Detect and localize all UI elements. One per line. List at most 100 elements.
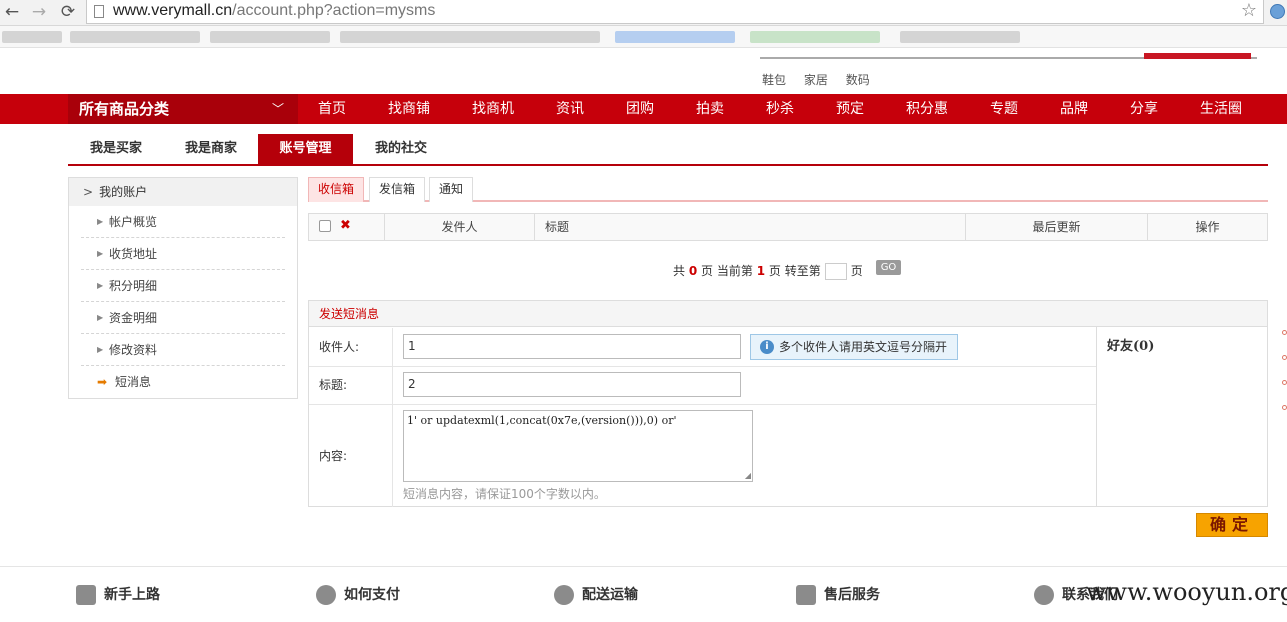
sidebar-item-label: 帐户概览 xyxy=(109,215,158,229)
nav-item[interactable]: 专题 xyxy=(990,94,1018,124)
tab-outbox[interactable]: 发信箱 xyxy=(369,177,426,202)
resize-handle-icon[interactable]: ◢ xyxy=(745,472,751,480)
column-last-updated: 最后更新 xyxy=(966,214,1148,240)
subject-input[interactable]: 2 xyxy=(403,372,741,397)
sidebar-item-label: 收货地址 xyxy=(109,247,158,261)
divider xyxy=(309,404,1097,405)
footer-label: 新手上路 xyxy=(104,587,160,603)
hot-keyword[interactable]: 数码 xyxy=(846,73,870,87)
total-pages: 0 xyxy=(688,264,698,278)
sidebar-item-points[interactable]: ▶ 积分明细 xyxy=(81,270,285,302)
go-button[interactable]: GO xyxy=(876,260,901,275)
sidebar-item-overview[interactable]: ▶ 帐户概览 xyxy=(81,206,285,238)
extension-globe-icon[interactable] xyxy=(1270,4,1285,19)
footer-newbie[interactable]: 新手上路 xyxy=(76,582,160,608)
pager-text: 页 当前第 xyxy=(701,264,753,278)
divider xyxy=(309,366,1097,367)
delete-icon[interactable]: ✖ xyxy=(340,214,351,238)
side-tool-icon[interactable] xyxy=(1282,405,1287,410)
tab-social[interactable]: 我的社交 xyxy=(375,134,427,164)
main-nav: 所有商品分类 ﹀ 首页 找商铺 找商机 资讯 团购 拍卖 秒杀 预定 积分惠 专… xyxy=(0,94,1287,124)
footer-payment[interactable]: 如何支付 xyxy=(316,582,400,608)
pagination: 共 0 页 当前第 1 页 转至第 页 xyxy=(673,262,863,280)
sidebar-item-label: 修改资料 xyxy=(109,343,158,357)
floating-side-tools xyxy=(1282,330,1287,460)
tab-notifications[interactable]: 通知 xyxy=(429,177,474,202)
all-categories-menu[interactable]: 所有商品分类 ﹀ xyxy=(68,94,298,124)
column-actions: 操作 xyxy=(1195,220,1220,234)
friends-panel: 好友(0) xyxy=(1096,327,1267,506)
sidebar-item-address[interactable]: ▶ 收货地址 xyxy=(81,238,285,270)
sidebar-item-messages[interactable]: ➡ 短消息 xyxy=(81,366,285,398)
footer-label: 如何支付 xyxy=(344,587,400,603)
nav-item[interactable]: 找商机 xyxy=(472,94,514,124)
handshake-icon xyxy=(316,585,336,605)
hot-keyword[interactable]: 鞋包 xyxy=(762,73,786,87)
nav-item[interactable]: 秒杀 xyxy=(766,94,794,124)
bookmark-blurred[interactable] xyxy=(210,31,330,43)
bookmark-blurred[interactable] xyxy=(615,31,735,43)
account-sidebar: > 我的账户 ▶ 帐户概览 ▶ 收货地址 ▶ 积分明细 ▶ 资金明细 ▶ 修改资料 ➡ 短消息 xyxy=(68,177,298,399)
forward-icon[interactable]: → xyxy=(29,2,49,22)
footer-label: 配送运输 xyxy=(582,587,638,603)
side-tool-icon[interactable] xyxy=(1282,355,1287,360)
search-button-edge[interactable] xyxy=(1144,53,1251,59)
sidebar-header[interactable]: > 我的账户 xyxy=(69,178,297,206)
side-tool-icon[interactable] xyxy=(1282,380,1287,385)
page-number-input[interactable] xyxy=(824,263,847,280)
bookmark-blurred[interactable] xyxy=(2,31,62,43)
nav-item[interactable]: 品牌 xyxy=(1060,94,1088,124)
service-icon xyxy=(796,585,816,605)
bookmark-star-icon[interactable]: ☆ xyxy=(1241,1,1257,21)
nav-item[interactable]: 首页 xyxy=(318,94,346,124)
nav-item[interactable]: 积分惠 xyxy=(906,94,948,124)
side-tool-icon[interactable] xyxy=(1282,330,1287,335)
info-icon: i xyxy=(760,340,774,354)
url-text[interactable]: www.verymall.cn/account.php?action=mysms xyxy=(113,1,435,21)
content-textarea[interactable]: 1' or updatexml(1,concat(0x7e,(version()… xyxy=(403,410,753,482)
send-message-title: 发送短消息 xyxy=(309,301,1267,327)
chevron-down-icon: ﹀ xyxy=(271,102,284,116)
tab-seller[interactable]: 我是商家 xyxy=(185,134,237,164)
triangle-right-icon: ▶ xyxy=(97,345,104,354)
tab-account-management[interactable]: 账号管理 xyxy=(258,134,353,164)
question-icon xyxy=(554,585,574,605)
page-icon xyxy=(94,5,104,18)
nav-item[interactable]: 拍卖 xyxy=(696,94,724,124)
footer-after-sales[interactable]: 售后服务 xyxy=(796,582,880,608)
sidebar-item-edit-profile[interactable]: ▶ 修改资料 xyxy=(81,334,285,366)
sidebar-item-funds[interactable]: ▶ 资金明细 xyxy=(81,302,285,334)
bookmark-blurred[interactable] xyxy=(340,31,600,43)
url-host: www.verymall.cn xyxy=(113,2,233,19)
nav-item[interactable]: 生活圈 xyxy=(1200,94,1242,124)
watermark: www.wooyun.org xyxy=(1086,578,1287,606)
nav-item[interactable]: 预定 xyxy=(836,94,864,124)
address-bar[interactable]: www.verymall.cn/account.php?action=mysms… xyxy=(86,0,1264,24)
bookmark-blurred[interactable] xyxy=(900,31,1020,43)
content-text: 1' or updatexml(1,concat(0x7e,(version()… xyxy=(407,414,677,427)
confirm-button[interactable]: 确定 xyxy=(1196,513,1268,537)
bookmark-blurred[interactable] xyxy=(70,31,200,43)
nav-item[interactable]: 团购 xyxy=(626,94,654,124)
nav-item[interactable]: 找商铺 xyxy=(388,94,430,124)
friends-label[interactable]: 好友(0) xyxy=(1107,339,1154,354)
hot-keyword[interactable]: 家居 xyxy=(804,73,828,87)
chevron-right-icon: > xyxy=(83,185,94,199)
triangle-right-icon: ▶ xyxy=(97,217,104,226)
nav-item[interactable]: 资讯 xyxy=(556,94,584,124)
select-column: ✖ xyxy=(309,214,385,240)
select-all-checkbox[interactable] xyxy=(319,220,331,232)
inbox-table-header: ✖ 发件人 标题 最后更新 操作 xyxy=(308,213,1268,241)
back-icon[interactable]: ← xyxy=(2,2,22,22)
nav-item[interactable]: 分享 xyxy=(1130,94,1158,124)
footer-label: 售后服务 xyxy=(824,587,880,603)
send-message-panel: 发送短消息 收件人: 1 i 多个收件人请用英文逗号分隔开 标题: 2 内容: 1… xyxy=(308,300,1268,507)
reload-icon[interactable]: ⟳ xyxy=(58,2,78,22)
bookmark-blurred[interactable] xyxy=(750,31,880,43)
tab-buyer[interactable]: 我是买家 xyxy=(90,134,142,164)
tab-inbox[interactable]: 收信箱 xyxy=(308,177,365,202)
hint-text: 多个收件人请用英文逗号分隔开 xyxy=(779,340,948,354)
footer-shipping[interactable]: 配送运输 xyxy=(554,582,638,608)
recipient-input[interactable]: 1 xyxy=(403,334,741,359)
recipient-label: 收件人: xyxy=(309,328,393,366)
